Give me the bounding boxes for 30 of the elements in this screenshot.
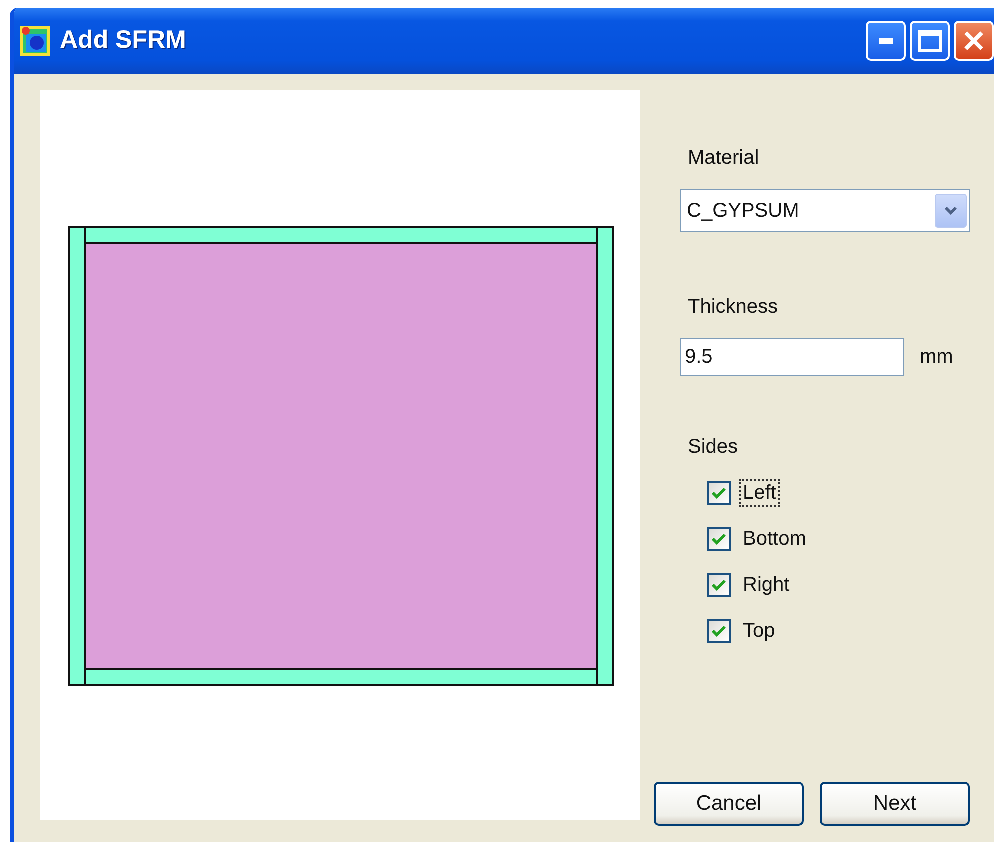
unit-label: mm — [920, 345, 954, 370]
close-icon — [963, 30, 985, 52]
material-value: C_GYPSUM — [687, 198, 800, 224]
app-icon — [20, 26, 50, 56]
chevron-down-icon — [944, 206, 958, 215]
side-checkbox[interactable] — [707, 481, 731, 505]
side-label: Top — [742, 619, 776, 644]
thickness-input[interactable]: 9.5 — [680, 338, 904, 376]
checkmark-icon — [711, 486, 727, 500]
window-title: Add SFRM — [60, 25, 186, 56]
maximize-button[interactable] — [910, 21, 950, 61]
side-checkbox[interactable] — [707, 619, 731, 643]
material-label: Material — [688, 146, 760, 171]
sides-label: Sides — [688, 435, 738, 460]
checkmark-icon — [711, 578, 727, 592]
minimize-icon — [879, 38, 893, 44]
next-button[interactable]: Next — [820, 782, 970, 826]
side-label: Left — [739, 479, 780, 507]
side-checkbox[interactable] — [707, 573, 731, 597]
maximize-icon — [918, 30, 942, 52]
minimize-button[interactable] — [866, 21, 906, 61]
side-checkbox[interactable] — [707, 527, 731, 551]
side-label: Bottom — [742, 527, 808, 552]
checkmark-icon — [711, 624, 727, 638]
material-dropdown[interactable]: C_GYPSUM — [680, 189, 970, 232]
checkmark-icon — [711, 532, 727, 546]
close-button[interactable] — [954, 21, 994, 61]
cancel-button[interactable]: Cancel — [654, 782, 804, 826]
side-label: Right — [742, 573, 791, 598]
thickness-label: Thickness — [688, 295, 778, 320]
